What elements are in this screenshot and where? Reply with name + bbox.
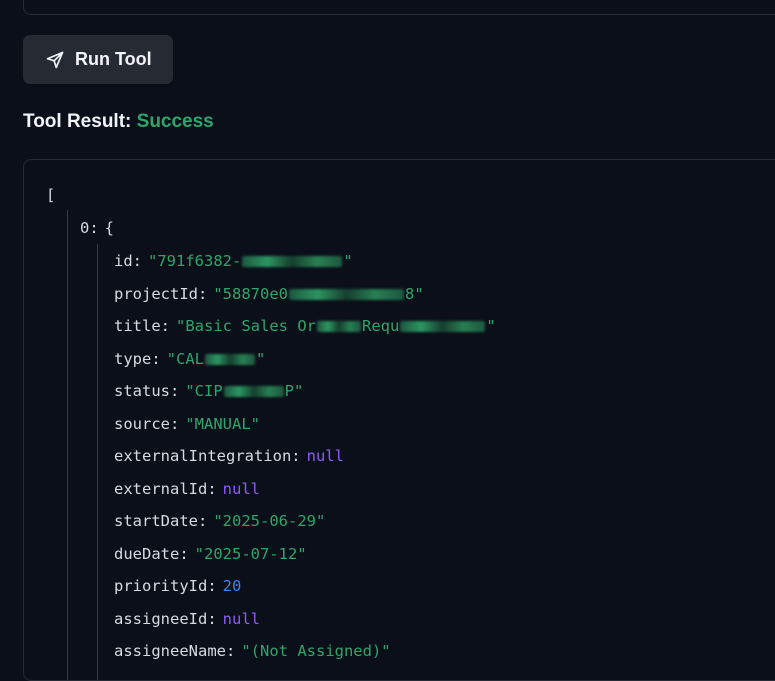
json-item-index: 0:	[80, 219, 99, 237]
send-icon	[46, 51, 64, 68]
json-value-text: "CIP	[185, 382, 223, 400]
tool-result-status: Success	[136, 111, 214, 132]
json-field-key: projectId:	[114, 284, 208, 303]
json-value-text: "791f6382-	[148, 252, 242, 270]
json-field-value: null	[222, 609, 260, 628]
json-field-key: startDate:	[114, 512, 208, 530]
json-field-value: "MANUAL"	[185, 414, 260, 433]
json-open-bracket: [	[46, 186, 56, 204]
json-field-row: title: "Basic Sales Or Requ "	[114, 315, 496, 337]
json-field-value: "2025-07-12"	[194, 544, 307, 563]
redacted-text	[242, 256, 343, 267]
json-field-value: "2025-06-29"	[213, 512, 326, 530]
json-field-key: id:	[114, 252, 142, 270]
json-field-key: assigneeName:	[114, 642, 236, 660]
json-field-key: assigneeId:	[114, 609, 217, 628]
indent-guide-root	[67, 210, 68, 680]
tool-result-label: Tool Result:	[23, 111, 132, 132]
json-value-text: "Basic Sales Or	[176, 317, 316, 335]
json-field-value: "(Not Assigned)"	[241, 642, 391, 660]
run-tool-label: Run Tool	[75, 49, 152, 69]
run-tool-button[interactable]: Run Tool	[23, 35, 173, 84]
redacted-text	[316, 321, 361, 332]
json-field-row: assigneeId: null	[114, 608, 260, 630]
json-field-value: null	[306, 447, 344, 465]
json-field-value: "CAL "	[167, 350, 266, 368]
json-field-key: source:	[114, 414, 180, 433]
json-field-value: null	[222, 479, 260, 498]
json-value-text: "CAL	[166, 349, 204, 368]
indent-guide-item	[97, 244, 98, 680]
json-value-text: P"	[284, 382, 304, 400]
redacted-text	[223, 386, 284, 397]
json-field-row: dueDate: "2025-07-12"	[114, 543, 307, 565]
json-field-key: title:	[114, 317, 170, 335]
redacted-text	[205, 353, 255, 365]
json-field-key: externalId:	[114, 479, 217, 498]
json-field-row: externalId: null	[114, 478, 260, 500]
json-field-row: startDate: "2025-06-29"	[114, 510, 325, 532]
json-field-row: id: "791f6382- "	[114, 250, 353, 272]
json-value-text: "	[256, 349, 266, 368]
tool-result-heading: Tool Result: Success	[23, 111, 214, 133]
json-value-text: Requ	[361, 317, 400, 335]
json-field-value: "CIP P"	[185, 382, 303, 400]
json-value-text: "58870e0	[213, 284, 288, 303]
json-field-key: externalIntegration:	[114, 447, 301, 465]
json-field-row: source: "MANUAL"	[114, 413, 260, 435]
json-result-panel: [ 0: { id: "791f6382- " projectId: "58870e0 8"…	[23, 159, 775, 681]
json-item-open-brace: {	[104, 219, 115, 237]
json-field-key: type:	[114, 349, 161, 368]
json-item-header[interactable]: 0: {	[80, 217, 114, 239]
json-field-key: status:	[114, 382, 180, 400]
json-field-row: assigneeName: "(Not Assigned)"	[114, 640, 391, 662]
json-value-text: "	[343, 252, 353, 270]
json-value-text: "	[486, 317, 496, 335]
json-field-row: externalIntegration: null	[114, 445, 344, 467]
json-field-key: dueDate:	[114, 544, 189, 563]
json-field-value: "Basic Sales Or Requ "	[176, 317, 496, 335]
redacted-text	[400, 321, 486, 332]
json-field-value: "791f6382- "	[148, 252, 353, 270]
json-field-row: priorityId: 20	[114, 575, 241, 597]
json-field-value: "58870e0 8"	[213, 285, 423, 303]
previous-panel	[23, 0, 775, 15]
json-field-row: type: "CAL "	[114, 348, 265, 370]
json-field-key: priorityId:	[114, 577, 217, 595]
json-field-value: 20	[222, 577, 242, 595]
json-value-text: 8"	[404, 284, 424, 303]
json-field-row: status: "CIP P"	[114, 380, 303, 402]
json-field-row: projectId: "58870e0 8"	[114, 283, 424, 305]
redacted-text	[288, 288, 404, 300]
